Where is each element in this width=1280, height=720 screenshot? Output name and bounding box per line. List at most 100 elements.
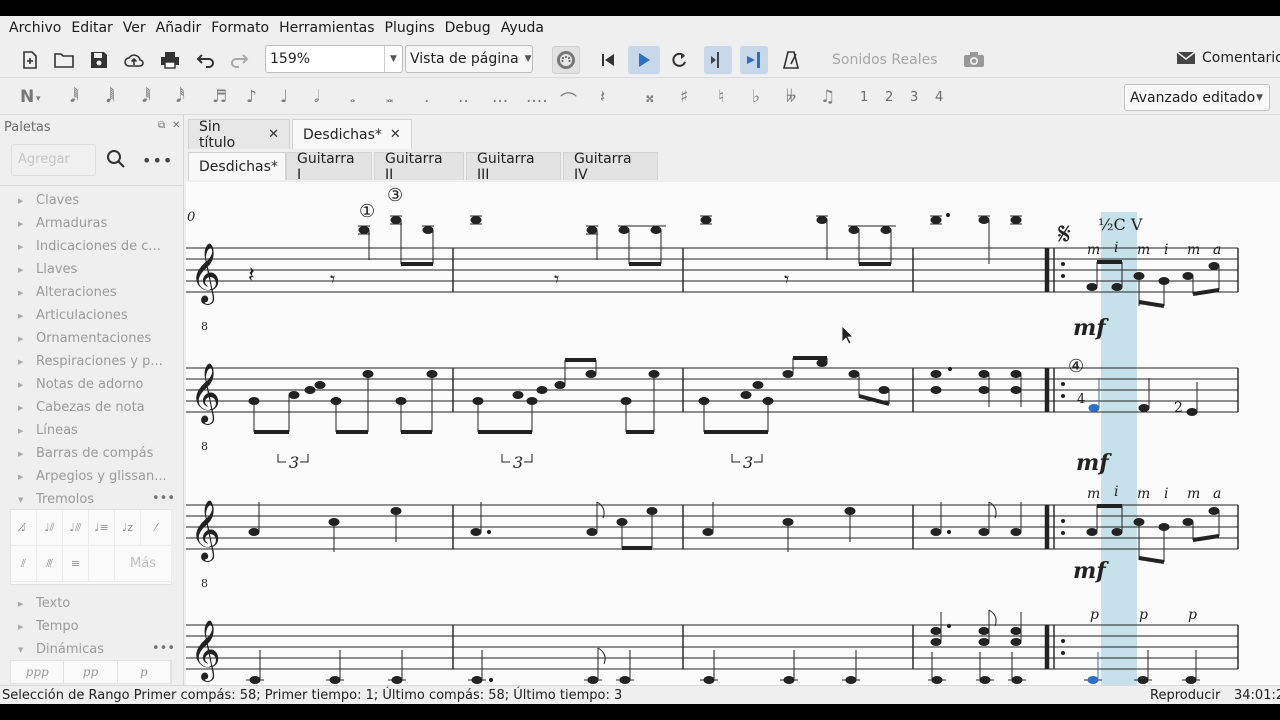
voice-3-button[interactable]: 3 <box>910 90 918 105</box>
quarter-rest-icon[interactable]: 𝄽 <box>248 263 255 288</box>
comments-button[interactable]: Comentario <box>1176 50 1280 66</box>
staff-3[interactable] <box>186 504 1239 550</box>
note-input-mode-icon[interactable]: N <box>20 87 34 107</box>
zoom-value[interactable]: 159% <box>266 51 384 67</box>
image-capture-button[interactable] <box>960 46 988 74</box>
dynamic-pp[interactable]: pp <box>64 661 118 683</box>
double-dot-icon[interactable]: .. <box>458 87 469 107</box>
quadruple-dot-icon[interactable]: .... <box>526 87 548 107</box>
midi-input-button[interactable] <box>552 46 580 74</box>
tie-icon[interactable]: ⌒ <box>560 87 577 112</box>
workspace-select[interactable]: Avanzado editado ▼ <box>1124 84 1270 111</box>
voice-1-button[interactable]: 1 <box>860 90 868 105</box>
tremolo-between-32nd-icon[interactable]: ≡ <box>63 546 89 582</box>
open-button[interactable] <box>50 46 78 74</box>
print-button[interactable] <box>156 46 184 74</box>
dynamic-mf[interactable]: mf <box>1073 315 1109 341</box>
staff-4[interactable] <box>186 624 1239 670</box>
dynamic-ppp[interactable]: ppp <box>11 661 65 683</box>
palette-tempo[interactable]: ▶ Tempo <box>18 619 79 634</box>
palette-respiraciones[interactable]: ▶ Respiraciones y p... <box>18 354 163 369</box>
tremolo-64th-icon[interactable]: ♩≡ <box>89 510 115 546</box>
score-canvas[interactable]: 0 𝄞 8 𝄽 𝄾 𝄾 𝄾 ① ③ 𝄋 ½C V m i m i m a mf … <box>186 182 1280 685</box>
undo-button[interactable] <box>191 46 219 74</box>
palette-alteraciones[interactable]: ▶ Alteraciones <box>18 285 117 300</box>
tremolo-between-icon[interactable]: ⁄ <box>141 510 172 546</box>
loop-out-button[interactable] <box>740 46 768 74</box>
close-icon[interactable]: ✕ <box>390 127 401 142</box>
tremolo-8th-icon[interactable]: ♩̸ <box>11 510 37 546</box>
loop-button[interactable] <box>665 46 693 74</box>
palette-dinamicas[interactable]: ▼ Dinámicas <box>18 642 104 657</box>
voice-4-button[interactable]: 4 <box>935 90 943 105</box>
more-options-icon[interactable]: ••• <box>152 491 175 506</box>
tab-sin-titulo[interactable]: Sin título ✕ <box>188 119 290 151</box>
buzz-roll-icon[interactable]: ♩z <box>115 510 141 546</box>
treble-clef-icon[interactable]: 𝄞 <box>190 620 221 682</box>
menu-ayuda[interactable]: Ayuda <box>496 20 549 36</box>
note-128th-icon[interactable]: 𝅘𝅥𝅲 <box>106 87 115 107</box>
view-mode-select[interactable]: Vista de página ▼ <box>405 45 533 73</box>
note-whole-icon[interactable]: 𝅝 <box>350 91 355 106</box>
staff-3-notes[interactable] <box>248 501 1220 564</box>
note-32nd-icon[interactable]: 𝅘𝅥𝅰 <box>176 87 185 107</box>
dynamic-mf[interactable]: mf <box>1076 450 1112 476</box>
note-16th-icon[interactable]: ♬ <box>212 87 227 107</box>
menu-formato[interactable]: Formato <box>206 20 274 36</box>
search-button[interactable] <box>104 147 130 173</box>
dynamic-mf[interactable]: mf <box>1073 558 1109 584</box>
palette-search-input[interactable]: Agregar <box>11 144 96 176</box>
palette-lineas[interactable]: ▶ Líneas <box>18 423 78 438</box>
treble-clef-icon[interactable]: 𝄞 <box>190 363 221 425</box>
palette-arpegios[interactable]: ▶ Arpegios y glissan... <box>18 469 167 484</box>
triple-dot-icon[interactable]: ... <box>492 87 508 107</box>
rewind-button[interactable] <box>594 46 622 74</box>
note-64th-icon[interactable]: 𝅘𝅥𝅱 <box>142 87 151 107</box>
menu-herramientas[interactable]: Herramientas <box>274 20 379 36</box>
palette-notas-adorno[interactable]: ▶ Notas de adorno <box>18 377 144 392</box>
rest-icon[interactable]: 𝄽 <box>600 87 605 107</box>
close-icon[interactable]: ✕ <box>268 127 279 142</box>
part-tab-guitarra-3[interactable]: Guitarra III <box>466 151 561 183</box>
range-selection[interactable] <box>1101 212 1137 685</box>
palette-texto[interactable]: ▶ Texto <box>18 596 70 611</box>
redo-button[interactable] <box>226 46 254 74</box>
flip-direction-icon[interactable]: ♫ <box>820 87 835 107</box>
tremolo-between-16th-icon[interactable]: ⫻ <box>37 546 63 582</box>
play-button[interactable] <box>628 46 660 74</box>
eighth-rest-icon[interactable]: 𝄾 <box>330 267 335 291</box>
treble-clef-icon[interactable]: 𝄞 <box>190 243 221 305</box>
chevron-down-icon[interactable]: ▼ <box>384 46 402 72</box>
close-icon[interactable]: ✕ <box>172 120 180 131</box>
menu-anadir[interactable]: Añadir <box>151 20 207 36</box>
menu-archivo[interactable]: Archivo <box>4 20 66 36</box>
palette-tremolos[interactable]: ▼ Tremolos <box>18 492 94 507</box>
tab-desdichas[interactable]: Desdichas* ✕ <box>292 119 412 149</box>
menu-editar[interactable]: Editar <box>66 20 117 36</box>
new-score-button[interactable] <box>16 46 44 74</box>
loop-in-button[interactable] <box>704 46 732 74</box>
part-tab-score[interactable]: Desdichas* <box>188 152 286 180</box>
flat-icon[interactable]: ♭ <box>752 87 760 107</box>
metronome-button[interactable] <box>777 46 805 74</box>
note-quarter-icon[interactable]: ♩ <box>280 87 288 107</box>
menu-plugins[interactable]: Plugins <box>380 20 440 36</box>
part-tab-guitarra-1[interactable]: Guitarra I <box>286 151 372 183</box>
palette-ornamentaciones[interactable]: ▶ Ornamentaciones <box>18 331 151 346</box>
note-1024th-icon[interactable]: 𝅘𝅥𝅱 <box>70 87 79 107</box>
natural-icon[interactable]: ♮ <box>718 87 724 107</box>
palette-armaduras[interactable]: ▶ Armaduras <box>18 216 107 231</box>
dynamic-p[interactable]: p <box>118 661 171 683</box>
eighth-rest-icon[interactable]: 𝄾 <box>554 267 559 291</box>
save-online-button[interactable] <box>120 46 148 74</box>
augmentation-dot-icon[interactable]: . <box>424 87 429 107</box>
palette-articulaciones[interactable]: ▶ Articulaciones <box>18 308 128 323</box>
undock-icon[interactable]: ⧉ <box>158 120 165 131</box>
zoom-combobox[interactable]: 159% ▼ <box>265 45 403 73</box>
menu-debug[interactable]: Debug <box>440 20 496 36</box>
segno-icon[interactable]: 𝄋 <box>1058 217 1071 252</box>
sharp-icon[interactable]: ♯ <box>680 87 688 107</box>
part-tab-guitarra-2[interactable]: Guitarra II <box>374 151 464 183</box>
tremolo-32nd-icon[interactable]: ♩⫻ <box>63 510 89 546</box>
voice-2-button[interactable]: 2 <box>885 90 893 105</box>
